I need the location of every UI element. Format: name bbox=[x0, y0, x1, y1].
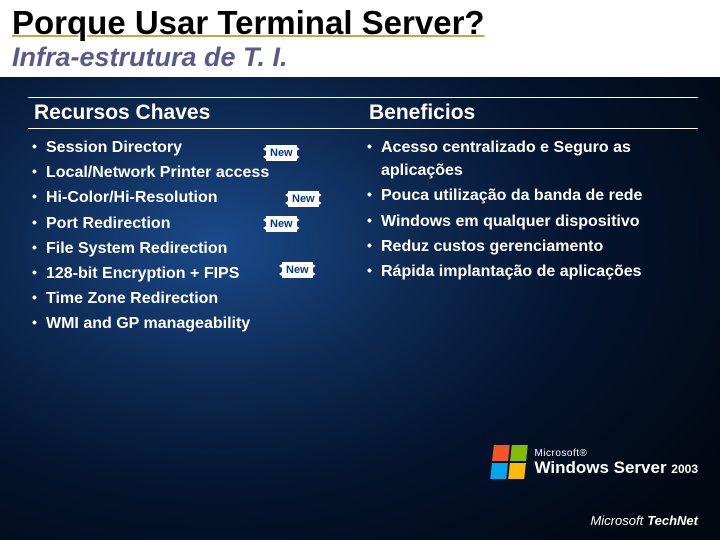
list-item: •Reduz custos gerenciamento bbox=[367, 234, 698, 259]
bullet-icon: • bbox=[32, 262, 46, 282]
benefits-heading: Beneficios bbox=[363, 97, 698, 129]
slide-title: Porque Usar Terminal Server? bbox=[12, 6, 708, 41]
list-item: •WMI and GP manageability bbox=[32, 311, 363, 336]
list-item: •Port Redirection bbox=[32, 211, 363, 236]
logo-product: Windows Server 2003 bbox=[534, 459, 698, 476]
list-item: •File System Redirection bbox=[32, 236, 363, 261]
header: Porque Usar Terminal Server? Infra-estru… bbox=[0, 0, 720, 77]
windows-flag-icon bbox=[491, 445, 529, 479]
column-features: Recursos Chaves •Session Directory •Loca… bbox=[28, 97, 363, 337]
list-item: •Rápida implantação de aplicações bbox=[367, 259, 698, 284]
new-badge: New bbox=[266, 145, 297, 161]
bullet-icon: • bbox=[367, 260, 381, 280]
features-heading: Recursos Chaves bbox=[28, 97, 363, 129]
new-badge: New bbox=[282, 262, 313, 278]
list-item: •Windows em qualquer dispositivo bbox=[367, 209, 698, 234]
slide-subtitle: Infra-estrutura de T. I. bbox=[12, 43, 708, 71]
benefits-list: •Acesso centralizado e Seguro as aplicaç… bbox=[363, 135, 698, 284]
bullet-icon: • bbox=[367, 210, 381, 230]
technet-text: TechNet bbox=[647, 513, 698, 528]
technet-logo: Microsoft TechNet bbox=[492, 513, 698, 528]
bullet-icon: • bbox=[367, 235, 381, 255]
new-badge: New bbox=[266, 216, 297, 232]
bullet-icon: • bbox=[367, 184, 381, 204]
windows-server-2003-logo: Microsoft® Windows Server 2003 bbox=[492, 445, 698, 479]
list-item: •Acesso centralizado e Seguro as aplicaç… bbox=[367, 135, 698, 183]
footer-logos: Microsoft® Windows Server 2003 Microsoft… bbox=[492, 445, 698, 528]
bullet-icon: • bbox=[32, 186, 46, 206]
technet-ms: Microsoft bbox=[590, 513, 643, 528]
content-area: Recursos Chaves •Session Directory •Loca… bbox=[0, 77, 720, 337]
list-item: •Time Zone Redirection bbox=[32, 286, 363, 311]
bullet-icon: • bbox=[32, 136, 46, 156]
bullet-icon: • bbox=[32, 161, 46, 181]
new-badge: New bbox=[288, 191, 319, 207]
bullet-icon: • bbox=[32, 212, 46, 232]
bullet-icon: • bbox=[32, 287, 46, 307]
list-item: •Local/Network Printer access bbox=[32, 160, 363, 185]
features-list: •Session Directory •Local/Network Printe… bbox=[28, 135, 363, 337]
bullet-icon: • bbox=[367, 136, 381, 156]
list-item: •Pouca utilização da banda de rede bbox=[367, 183, 698, 208]
bullet-icon: • bbox=[32, 312, 46, 332]
list-item: •Session Directory bbox=[32, 135, 363, 160]
column-benefits: Beneficios •Acesso centralizado e Seguro… bbox=[363, 97, 698, 337]
bullet-icon: • bbox=[32, 237, 46, 257]
